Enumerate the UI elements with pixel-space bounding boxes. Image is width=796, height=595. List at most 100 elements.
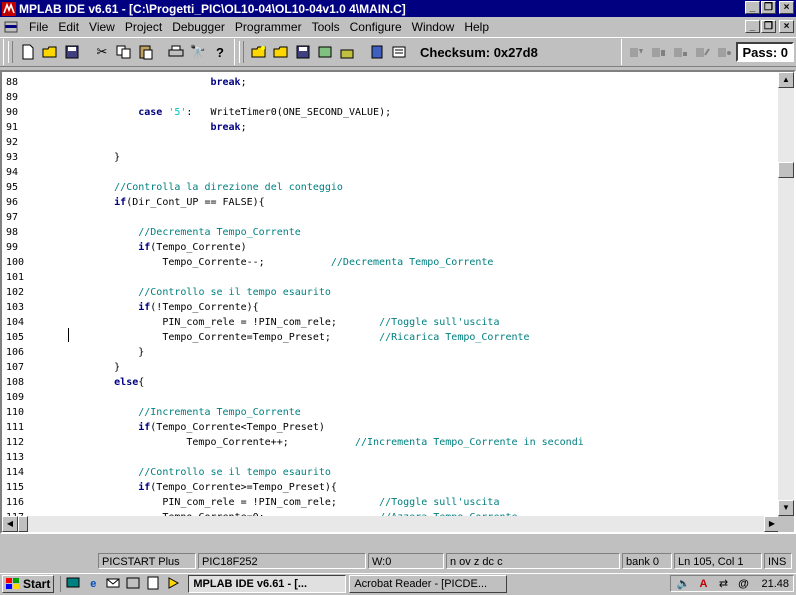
find-icon[interactable]: 🔭 — [187, 41, 209, 63]
code-line[interactable]: 95 //Controlla la direzione del conteggio — [2, 180, 780, 195]
copy-icon[interactable] — [113, 41, 135, 63]
show-desktop-icon[interactable] — [65, 576, 81, 592]
doc-minimize-button[interactable]: _ — [745, 20, 760, 33]
menu-edit[interactable]: Edit — [53, 20, 84, 34]
scroll-left-arrow-icon[interactable]: ◀ — [2, 516, 18, 532]
line-number: 95 — [6, 182, 19, 193]
code-token: Tempo_Corrente++; — [186, 437, 355, 448]
code-line[interactable]: 108 else{ — [2, 375, 780, 390]
code-line[interactable]: 115 if(Tempo_Corrente>=Tempo_Preset){ — [2, 480, 780, 495]
code-line[interactable]: 89 — [2, 90, 780, 105]
save-icon[interactable] — [61, 41, 83, 63]
code-line[interactable]: 99 if(Tempo_Corrente) — [2, 240, 780, 255]
comment-token: //Incrementa Tempo_Corrente in secondi — [354, 437, 584, 448]
release-icon[interactable] — [388, 41, 410, 63]
help-icon[interactable]: ? — [209, 41, 231, 63]
title-bar: MPLAB IDE v6.61 - [C:\Progetti_PIC\OL10-… — [0, 0, 796, 17]
media-player-icon[interactable] — [165, 576, 181, 592]
document-icon[interactable] — [4, 21, 18, 33]
toolbar-grip[interactable] — [8, 41, 13, 63]
code-line[interactable]: 96 if(Dir_Cont_UP == FALSE){ — [2, 195, 780, 210]
code-line[interactable]: 98 //Decrementa Tempo_Corrente — [2, 225, 780, 240]
start-button[interactable]: Start — [2, 574, 55, 593]
menu-view[interactable]: View — [84, 20, 120, 34]
doc-close-button[interactable]: × — [779, 20, 794, 33]
read-icon[interactable] — [692, 41, 714, 63]
make-icon[interactable] — [336, 41, 358, 63]
open-project-icon[interactable] — [270, 41, 292, 63]
cut-icon[interactable]: ✂ — [91, 41, 113, 63]
minimize-button[interactable]: _ — [745, 1, 760, 14]
code-line[interactable]: 105 Tempo_Corrente=Tempo_Preset; //Ricari… — [2, 330, 780, 345]
menu-configure[interactable]: Configure — [345, 20, 407, 34]
code-text: //Controlla la direzione del conteggio — [114, 180, 343, 195]
new-file-icon[interactable] — [17, 41, 39, 63]
code-line[interactable]: 113 — [2, 450, 780, 465]
verify-icon[interactable] — [626, 41, 648, 63]
code-line[interactable]: 92 — [2, 135, 780, 150]
code-line[interactable]: 91 break; — [2, 120, 780, 135]
paste-icon[interactable] — [135, 41, 157, 63]
program-icon[interactable] — [366, 41, 388, 63]
code-line[interactable]: 111 if(Tempo_Corrente<Tempo_Preset) — [2, 420, 780, 435]
vertical-scroll-thumb[interactable] — [778, 162, 794, 178]
programmer-toolbar — [621, 39, 736, 65]
code-line[interactable]: 106} — [2, 345, 780, 360]
code-line[interactable]: 101 — [2, 270, 780, 285]
erase-icon[interactable] — [648, 41, 670, 63]
windows-explorer-icon[interactable] — [125, 576, 141, 592]
code-line[interactable]: 93} — [2, 150, 780, 165]
code-line[interactable]: 102 //Controllo se il tempo esaurito — [2, 285, 780, 300]
line-number: 88 — [6, 77, 19, 88]
outlook-express-icon[interactable] — [105, 576, 121, 592]
code-line[interactable]: 103 if(!Tempo_Corrente){ — [2, 300, 780, 315]
code-line[interactable]: 90 case '5': WriteTimer0(ONE_SECOND_VALUE… — [2, 105, 780, 120]
code-line[interactable]: 94 — [2, 165, 780, 180]
code-line[interactable]: 109 — [2, 390, 780, 405]
code-text: //Controllo se il tempo esaurito — [138, 465, 331, 480]
notepad-icon[interactable] — [145, 576, 161, 592]
scroll-up-arrow-icon[interactable]: ▲ — [778, 72, 794, 88]
toolbar-grip[interactable] — [239, 41, 244, 63]
print-icon[interactable] — [165, 41, 187, 63]
code-line[interactable]: 116 PIN_com_rele = !PIN_com_rele; //Toggl… — [2, 495, 780, 510]
code-line[interactable]: 104 PIN_com_rele = !PIN_com_rele; //Toggl… — [2, 315, 780, 330]
code-line[interactable]: 110 //Incrementa Tempo_Corrente — [2, 405, 780, 420]
save-project-icon[interactable] — [292, 41, 314, 63]
tray-network-icon[interactable]: ⇄ — [715, 576, 731, 592]
close-button[interactable]: × — [779, 1, 794, 14]
menu-programmer[interactable]: Programmer — [230, 20, 307, 34]
menu-tools[interactable]: Tools — [307, 20, 345, 34]
code-editor[interactable]: 88 break; 89 90 case '5': WriteTimer0(ONE_SE… — [0, 70, 796, 534]
menu-window[interactable]: Window — [407, 20, 460, 34]
horizontal-scrollbar[interactable]: ◀ ▶ — [2, 516, 780, 532]
vertical-scrollbar[interactable]: ▲ ▼ — [778, 72, 794, 516]
line-number: 90 — [6, 107, 19, 118]
tray-speaker-icon[interactable]: 🔈 — [675, 576, 691, 592]
code-line[interactable]: 88 break; — [2, 75, 780, 90]
code-line[interactable]: 114 //Controllo se il tempo esaurito — [2, 465, 780, 480]
code-line[interactable]: 112 Tempo_Corrente++; //Incrementa Tempo_… — [2, 435, 780, 450]
new-project-icon[interactable] — [248, 41, 270, 63]
menu-project[interactable]: Project — [120, 20, 167, 34]
build-icon[interactable] — [314, 41, 336, 63]
code-area[interactable]: 88 break; 89 90 case '5': WriteTimer0(ONE_SE… — [2, 72, 780, 532]
task-acrobat[interactable]: Acrobat Reader - [PICDE... — [349, 574, 508, 593]
restore-button[interactable]: ❐ — [761, 1, 776, 14]
code-line[interactable]: 97 — [2, 210, 780, 225]
code-line[interactable]: 100 Tempo_Corrente--; //Decrementa Tempo_… — [2, 255, 780, 270]
program-device-icon[interactable] — [714, 41, 736, 63]
tray-antivirus-icon[interactable]: A — [695, 576, 711, 592]
open-folder-icon[interactable] — [39, 41, 61, 63]
doc-restore-button[interactable]: ❐ — [761, 20, 776, 33]
task-mplab[interactable]: MPLAB IDE v6.61 - [... — [188, 574, 347, 593]
code-line[interactable]: 107} — [2, 360, 780, 375]
menu-help[interactable]: Help — [459, 20, 494, 34]
menu-file[interactable]: File — [24, 20, 53, 34]
menu-debugger[interactable]: Debugger — [167, 20, 230, 34]
horizontal-scroll-thumb[interactable] — [18, 516, 28, 532]
tray-app-icon[interactable]: @ — [735, 576, 751, 592]
scroll-down-arrow-icon[interactable]: ▼ — [778, 500, 794, 516]
blank-check-icon[interactable] — [670, 41, 692, 63]
internet-explorer-icon[interactable]: e — [85, 576, 101, 592]
